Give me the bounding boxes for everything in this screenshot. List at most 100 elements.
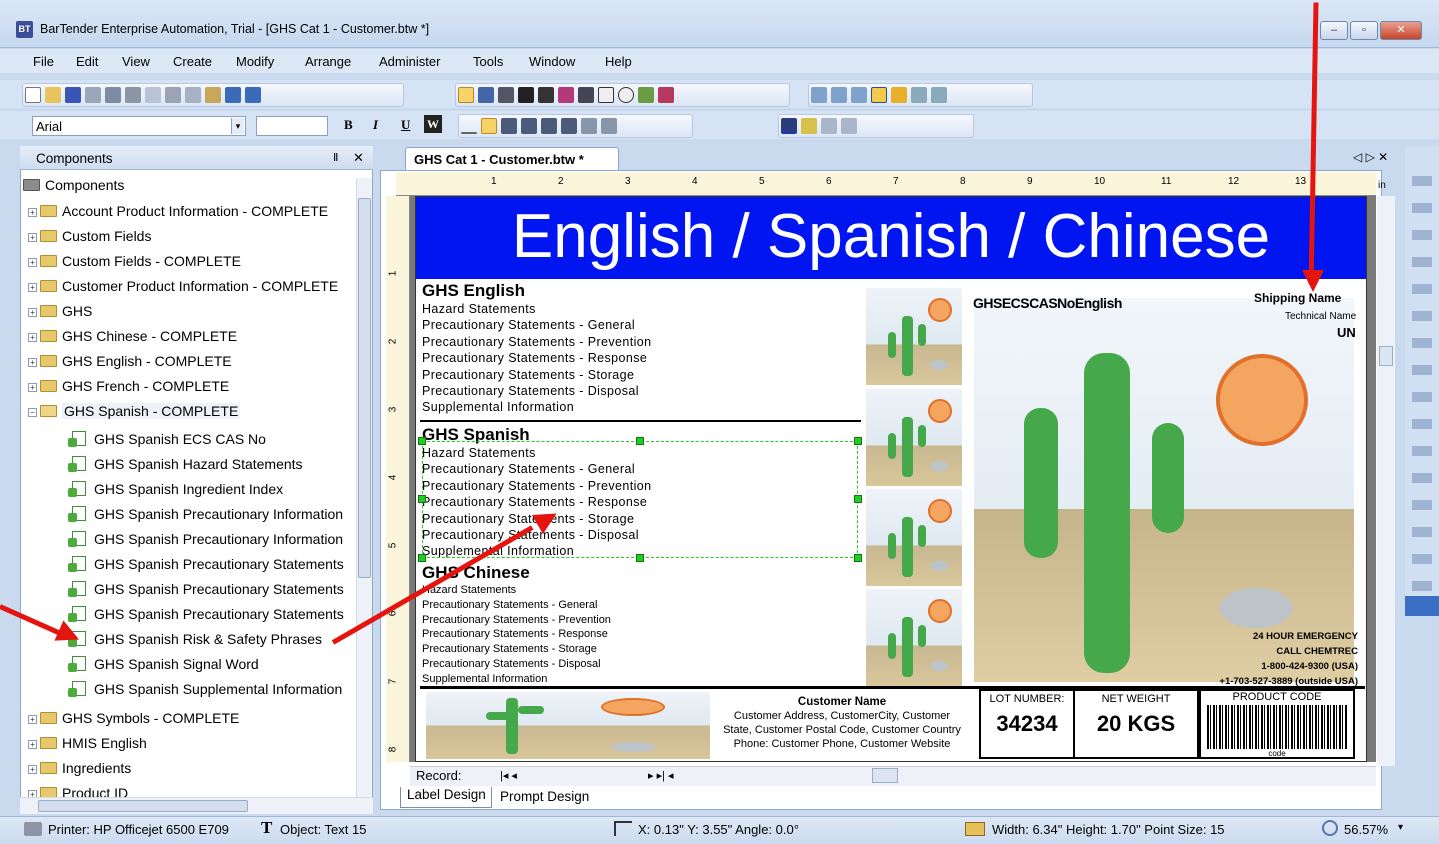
customer-logo-picture[interactable] [426,692,710,759]
un-number-field[interactable]: UN [1337,325,1356,340]
tree-folder[interactable]: + Ingredients [28,760,239,785]
document-tab[interactable]: GHS Cat 1 - Customer.btw * [405,147,619,171]
snap-icon[interactable] [911,87,927,103]
print-icon[interactable] [125,87,141,103]
rectangle-icon[interactable] [598,87,614,103]
cut-icon[interactable] [165,87,181,103]
shipping-name-field[interactable]: Shipping Name [1254,291,1341,305]
font-size-select[interactable] [256,116,328,136]
align-center-icon[interactable] [501,118,517,134]
alignment-tools-icon[interactable] [1412,164,1432,604]
minimize-button[interactable]: – [1320,21,1348,40]
open-icon[interactable] [45,87,61,103]
collapse-icon[interactable]: − [28,408,37,417]
selection-handle[interactable] [854,554,862,562]
expand-icon[interactable]: + [28,258,37,267]
close-button[interactable]: ✕ [1380,21,1422,40]
zoom-out-icon[interactable] [831,87,847,103]
tree-field[interactable]: GHS Spanish Precautionary Statements [68,606,344,631]
menu-edit[interactable]: Edit [76,54,98,69]
picture-icon[interactable] [638,87,654,103]
selection-handle[interactable] [636,437,644,445]
tab-prompt-design[interactable]: Prompt Design [500,789,589,804]
selection-box[interactable] [422,441,858,558]
tree-folder[interactable]: + GHS French - COMPLETE [28,378,338,403]
align-right-icon[interactable] [521,118,537,134]
font-dropdown-icon[interactable]: ▾ [231,118,244,134]
restore-button[interactable]: ▫ [1350,21,1378,40]
expand-icon[interactable]: + [28,308,37,317]
technical-name-field[interactable]: Technical Name [1285,311,1356,322]
selection-handle[interactable] [418,437,426,445]
ghs-symbol-picture[interactable] [866,589,962,686]
font-select[interactable]: Arial [32,116,246,136]
justify-full-icon[interactable] [561,118,577,134]
font-color-icon[interactable] [781,118,797,134]
selection-handle[interactable] [418,495,426,503]
underline-button[interactable]: U [401,117,410,133]
bold-button[interactable]: B [344,117,353,133]
pointer-icon[interactable] [458,87,474,103]
ghs-symbol-picture[interactable] [866,489,962,586]
label-vscroll[interactable] [1377,196,1395,766]
tree-folder[interactable]: + Custom Fields [28,228,338,253]
align-left-icon[interactable] [481,118,497,134]
redo-icon[interactable] [245,87,261,103]
undo-icon[interactable] [225,87,241,103]
label-vscroll-thumb[interactable] [1379,346,1393,366]
paste-icon[interactable] [205,87,221,103]
tree-root[interactable]: Components [23,177,124,193]
cas-number-field[interactable]: GHSECSCASNoEnglish [973,295,1122,311]
selection-handle[interactable] [418,554,426,562]
menu-arrange[interactable]: Arrange [305,54,351,69]
tree-field[interactable]: GHS Spanish Hazard Statements [68,456,344,481]
pin-icon[interactable]: Ⅱ [333,151,338,164]
tree-field[interactable]: GHS Spanish ECS CAS No [68,431,344,456]
text-cursor-icon[interactable] [498,87,514,103]
new-icon[interactable] [25,87,41,103]
barcode-icon[interactable] [518,87,534,103]
record-next-last[interactable]: ▸ ▸| ◂ [648,769,674,782]
customer-block[interactable]: Customer Name Customer Address, Customer… [716,695,968,751]
panel-close-icon[interactable]: ✕ [353,150,364,166]
expand-icon[interactable]: + [28,233,37,242]
tree-folder[interactable]: + GHS English - COMPLETE [28,353,338,378]
ruler-icon[interactable] [891,87,907,103]
highlight-icon[interactable] [801,118,817,134]
side-toolbar-handle[interactable] [1405,596,1439,616]
menu-modify[interactable]: Modify [236,54,274,69]
menu-file[interactable]: File [33,54,54,69]
tree-folder[interactable]: + GHS [28,303,338,328]
hscroll-thumb[interactable] [38,800,248,812]
expand-icon[interactable]: + [28,208,37,217]
record-first-prev[interactable]: |◂ ◂ [500,769,517,782]
lot-number-box[interactable]: LOT NUMBER: 34234 [979,689,1075,759]
tab-label-design[interactable]: Label Design [400,787,492,808]
menu-view[interactable]: View [122,54,150,69]
product-code-box[interactable]: PRODUCT CODE code [1199,689,1355,759]
tree-folder[interactable]: + Customer Product Information - COMPLETE [28,278,338,303]
selection-handle[interactable] [854,437,862,445]
copy-icon[interactable] [185,87,201,103]
save-icon[interactable] [65,87,81,103]
document-nav-icons[interactable]: ◁ ▷ ✕ [1353,150,1388,164]
tree-field[interactable]: GHS Spanish Precautionary Statements [68,556,344,581]
ghs-symbol-picture[interactable] [866,389,962,486]
tree-folder[interactable]: + Product ID [28,785,239,797]
ellipse-icon[interactable] [618,87,634,103]
line-icon[interactable] [578,87,594,103]
menu-window[interactable]: Window [529,54,575,69]
tree-field[interactable]: GHS Spanish Ingredient Index [68,481,344,506]
fit-page-icon[interactable] [871,87,887,103]
zoom-icon[interactable] [1322,820,1338,836]
tree-folder-open[interactable]: − GHS Spanish - COMPLETE [28,403,338,428]
zoom-window-icon[interactable] [851,87,867,103]
menu-administer[interactable]: Administer [379,54,440,69]
selection-handle[interactable] [854,495,862,503]
expand-icon[interactable]: + [28,740,37,749]
expand-icon[interactable]: + [28,790,37,797]
subscript-icon[interactable] [601,118,617,134]
expand-icon[interactable]: + [28,358,37,367]
ghs-symbol-picture[interactable] [866,288,962,385]
tree-field[interactable]: GHS Spanish Signal Word [68,656,344,681]
